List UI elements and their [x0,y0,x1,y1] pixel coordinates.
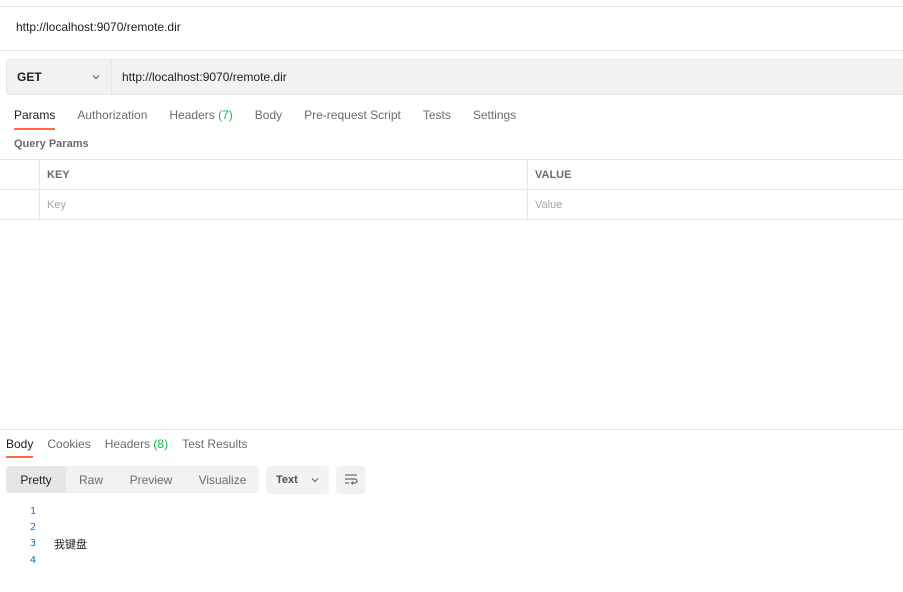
response-tab-body[interactable]: Body [6,434,34,458]
code-line: 4 [0,552,903,568]
value-placeholder: Value [535,198,563,211]
response-body-editor[interactable]: 1 2 3 我键盘 4 [0,503,903,568]
line-number: 1 [29,505,36,517]
request-tabs: Params Authorization Headers (7) Body Pr… [14,104,538,130]
line-text: 我键盘 [54,537,87,551]
response-tab-headers[interactable]: Headers (8) [105,434,168,458]
url-input[interactable] [112,60,903,94]
response-tab-cookies[interactable]: Cookies [47,434,90,458]
row-check-cell[interactable] [0,190,40,219]
tab-headers-label: Headers [169,108,215,122]
response-headers-count: (8) [153,437,169,451]
params-table: KEY VALUE Key Value [0,159,903,220]
headers-count: (7) [218,108,233,122]
method-label: GET [17,70,42,84]
method-select[interactable]: GET [7,60,112,94]
params-empty-row: Key Value [0,190,903,220]
key-placeholder: Key [47,198,66,211]
top-strip [0,0,903,7]
url-bar: GET [6,59,903,95]
value-header-label: VALUE [535,168,572,181]
tab-settings[interactable]: Settings [473,104,516,130]
tab-prerequest-script[interactable]: Pre-request Script [304,104,401,130]
response-tabs: Body Cookies Headers (8) Test Results [6,434,261,458]
header-check-cell [0,160,40,189]
language-select[interactable]: Text [266,466,329,494]
tab-authorization[interactable]: Authorization [77,104,147,130]
wrap-lines-button[interactable] [336,466,365,494]
response-tab-headers-label: Headers [104,437,151,451]
line-number: 2 [29,521,36,533]
value-input[interactable]: Value [528,190,903,219]
value-column-header: VALUE [528,160,903,189]
title-divider [0,50,903,51]
key-header-label: KEY [47,168,70,181]
chevron-down-icon [91,72,101,82]
request-title[interactable]: http://localhost:9070/remote.dir [16,20,181,34]
chevron-down-icon [310,475,320,485]
tab-body[interactable]: Body [255,104,282,130]
code-line: 1 [0,503,903,519]
key-column-header: KEY [40,160,528,189]
tab-headers[interactable]: Headers (7) [169,104,232,130]
code-line: 2 [0,519,903,535]
line-number: 3 [29,538,36,550]
query-params-label: Query Params [14,138,89,150]
language-label: Text [276,474,298,486]
response-tab-test-results[interactable]: Test Results [182,434,247,458]
key-input[interactable]: Key [40,190,528,219]
tab-params[interactable]: Params [14,104,56,130]
visualize-button[interactable]: Visualize [186,466,259,493]
response-divider[interactable] [0,429,903,430]
raw-button[interactable]: Raw [66,466,116,493]
pretty-button[interactable]: Pretty [6,466,66,493]
preview-button[interactable]: Preview [116,466,186,493]
params-header-row: KEY VALUE [0,160,903,190]
code-line: 3 我键盘 [0,536,903,552]
tab-tests[interactable]: Tests [423,104,451,130]
wrap-lines-icon [343,472,359,489]
response-format-group: Pretty Raw Preview Visualize [6,466,259,493]
line-number: 4 [29,554,36,566]
